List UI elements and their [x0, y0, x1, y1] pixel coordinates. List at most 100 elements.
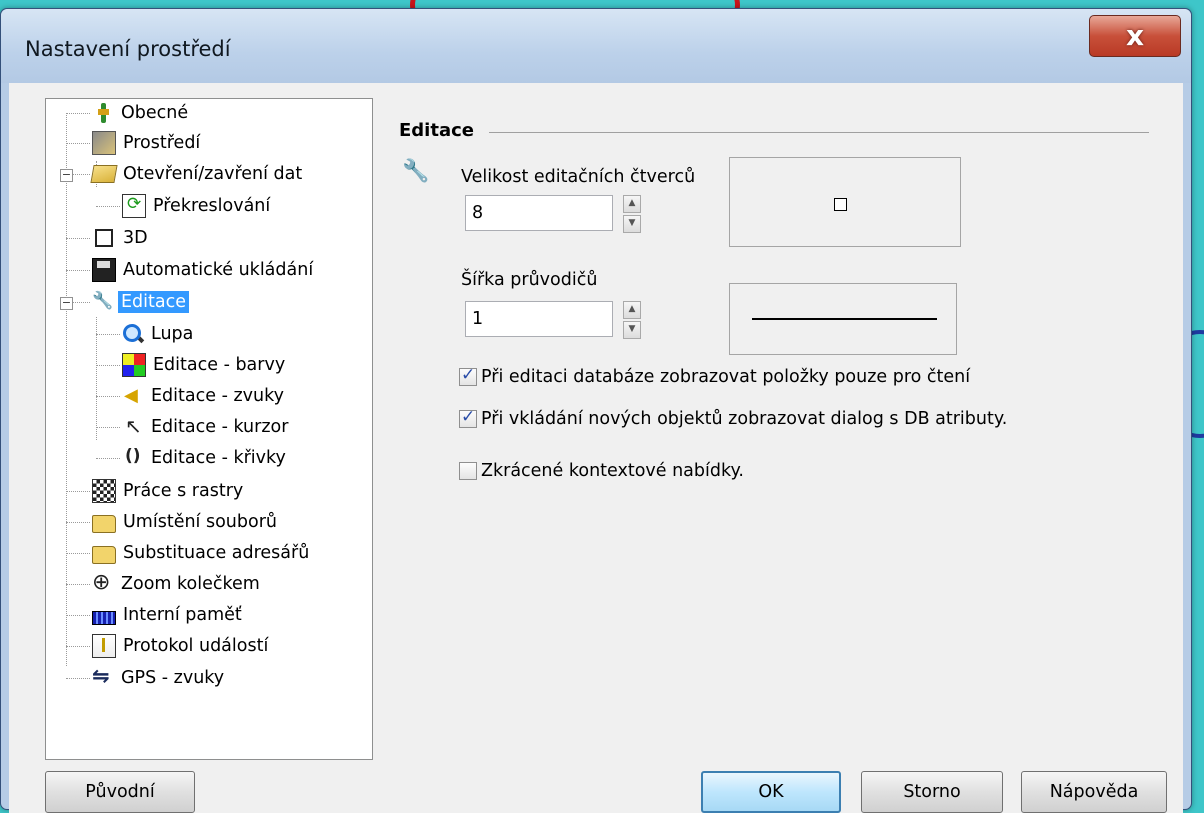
window-title: Nastavení prostředí — [25, 37, 231, 61]
checkbox-checked-icon[interactable] — [459, 365, 477, 386]
zoom-icon — [92, 570, 114, 595]
tree-line — [66, 238, 90, 239]
spin-down-icon[interactable]: ▼ — [623, 215, 641, 233]
square-size-preview — [729, 157, 961, 247]
tree-item-label: Překreslování — [153, 196, 271, 216]
tree-item-label: Obecné — [121, 103, 189, 123]
collapse-toggle-otevreni[interactable]: − — [60, 169, 73, 182]
curve-icon — [122, 446, 144, 469]
tree-item-3d[interactable]: 3D — [92, 225, 151, 251]
tree-item-label: Editace - křivky — [151, 448, 286, 468]
title-bar[interactable]: Nastavení prostředí x — [1, 9, 1191, 83]
tree-item-label: Protokol událostí — [123, 636, 269, 656]
gps-icon — [92, 664, 114, 689]
checkbox-unchecked-icon[interactable] — [459, 462, 477, 480]
folder-icon — [92, 545, 116, 564]
preview-square — [834, 198, 847, 211]
spin-up-icon[interactable]: ▲ — [623, 195, 641, 213]
tree-item-editace-krivky[interactable]: Editace - křivky — [122, 445, 289, 471]
close-button[interactable]: x — [1089, 15, 1181, 57]
tree-item-label: Umístění souborů — [123, 512, 277, 532]
tree-item-editace[interactable]: 🔧 Editace — [92, 289, 190, 315]
square-size-spinner[interactable]: ▲ ▼ — [623, 195, 641, 233]
tree-item-editace-kurzor[interactable]: Editace - kurzor — [122, 414, 291, 440]
tree-item-label: Editace - barvy — [153, 355, 286, 375]
wrench-icon: 🔧 — [402, 159, 430, 184]
magnifier-icon — [122, 323, 144, 345]
spin-up-icon[interactable]: ▲ — [623, 301, 641, 319]
tree-item-substituace-adresaru[interactable]: Substituace adresářů — [92, 540, 312, 566]
group-title: Editace — [399, 120, 474, 141]
preview-line — [752, 318, 937, 320]
redraw-icon — [122, 194, 146, 218]
tree-item-label: Prostředí — [123, 133, 201, 153]
short-context-menu-option[interactable]: Zkrácené kontextové nabídky. — [459, 461, 744, 481]
checkbox-checked-icon[interactable] — [459, 407, 477, 428]
square-size-label: Velikost editačních čtverců — [461, 167, 696, 187]
tree-item-interni-pamet[interactable]: Interní paměť — [92, 602, 245, 628]
memory-icon — [92, 610, 116, 625]
tree-item-obecne[interactable]: Obecné — [92, 100, 191, 126]
tree-line — [96, 427, 120, 428]
readonly-fields-label: Při editaci databáze zobrazovat položky … — [481, 367, 971, 387]
tree-item-label: Substituace adresářů — [123, 543, 310, 563]
tree-item-label: Editace — [118, 291, 190, 313]
help-button[interactable]: Nápověda — [1021, 771, 1167, 813]
db-attributes-dialog-label: Při vkládání nových objektů zobrazovat d… — [481, 409, 1008, 429]
folder-icon — [92, 514, 116, 533]
collapse-toggle-editace[interactable]: − — [60, 297, 73, 310]
guide-width-spinner[interactable]: ▲ ▼ — [623, 301, 641, 339]
dialog-body: − − Obecné Prostředí Otevření/zavření da… — [9, 83, 1183, 813]
tree-item-editace-barvy[interactable]: Editace - barvy — [122, 352, 288, 378]
tree-item-label: Otevření/zavření dat — [123, 164, 303, 184]
raster-icon — [92, 479, 116, 503]
tree-item-label: Editace - kurzor — [151, 417, 289, 437]
tree-item-label: Lupa — [151, 324, 194, 344]
floppy-icon — [92, 258, 116, 282]
guide-width-input[interactable] — [465, 301, 613, 337]
group-divider — [489, 132, 1149, 133]
square-size-input[interactable] — [465, 195, 613, 231]
tree-line — [96, 365, 120, 366]
tree-item-prace-s-rastry[interactable]: Práce s rastry — [92, 478, 246, 504]
tree-item-prostredi[interactable]: Prostředí — [92, 130, 203, 156]
db-attributes-dialog-option[interactable]: Při vkládání nových objektů zobrazovat d… — [459, 407, 1008, 429]
tree-line — [96, 334, 120, 335]
colors-icon — [122, 353, 146, 377]
tree-item-label: Interní paměť — [123, 605, 242, 625]
log-icon — [92, 634, 116, 658]
open-folder-icon — [90, 165, 118, 183]
tree-item-automaticke-ukladani[interactable]: Automatické ukládání — [92, 257, 316, 283]
close-icon: x — [1125, 19, 1145, 52]
environment-icon — [92, 131, 116, 155]
tree-line — [66, 491, 90, 492]
pin-icon — [92, 102, 114, 124]
readonly-fields-option[interactable]: Při editaci databáze zobrazovat položky … — [459, 365, 971, 387]
short-context-menu-label: Zkrácené kontextové nabídky. — [481, 461, 744, 481]
tree-item-protokol-udalosti[interactable]: Protokol událostí — [92, 633, 271, 659]
tree-line — [66, 553, 90, 554]
tree-item-prekreslovani[interactable]: Překreslování — [122, 193, 273, 219]
tree-item-lupa[interactable]: Lupa — [122, 321, 196, 347]
default-settings-button[interactable]: Původní — [45, 771, 195, 813]
cancel-button[interactable]: Storno — [861, 771, 1003, 813]
spin-down-icon[interactable]: ▼ — [623, 321, 641, 339]
tree-item-umisteni-souboru[interactable]: Umístění souborů — [92, 509, 280, 535]
tree-line — [66, 522, 90, 523]
tree-line — [66, 113, 90, 114]
tree-line — [96, 206, 120, 207]
cursor-icon — [122, 414, 144, 438]
ok-button[interactable]: OK — [701, 771, 841, 813]
wrench-icon: 🔧 — [92, 291, 114, 311]
tree-item-gps-zvuky[interactable]: GPS - zvuky — [92, 664, 227, 691]
tree-item-label: Editace - zvuky — [151, 386, 284, 406]
settings-dialog: Nastavení prostředí x − − Obecné Prostře… — [0, 8, 1192, 813]
settings-tree[interactable]: − − Obecné Prostředí Otevření/zavření da… — [45, 98, 373, 760]
tree-item-label: Automatické ukládání — [123, 260, 314, 280]
tree-item-zoom-koleckem[interactable]: Zoom kolečkem — [92, 570, 263, 597]
speaker-icon — [122, 385, 144, 407]
tree-item-otevreni-zavreni-dat[interactable]: Otevření/zavření dat — [90, 161, 305, 187]
tree-line — [96, 396, 120, 397]
tree-item-editace-zvuky[interactable]: Editace - zvuky — [122, 383, 287, 409]
cube-icon — [95, 229, 113, 247]
